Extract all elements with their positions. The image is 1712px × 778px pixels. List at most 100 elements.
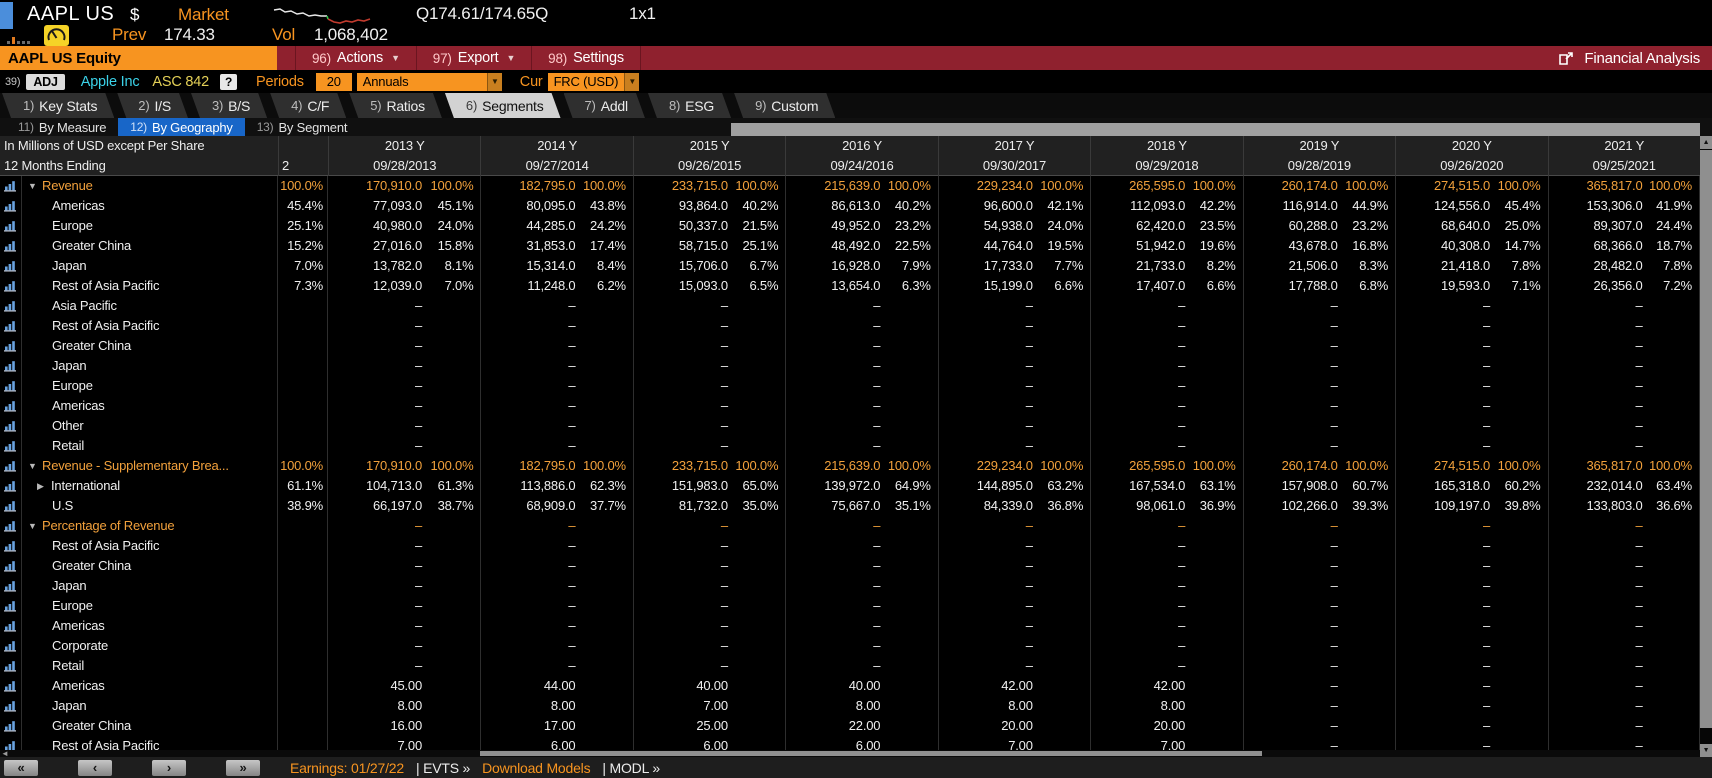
subtab-by-segment[interactable]: 13)By Segment xyxy=(245,118,360,136)
cell-pct xyxy=(728,656,785,676)
row-chart-icon[interactable] xyxy=(0,196,22,216)
value-cell: – xyxy=(480,556,632,576)
period-type-dropdown[interactable]: Annuals ▼ xyxy=(357,73,502,91)
row-chart-icon[interactable] xyxy=(0,616,22,636)
screen-title[interactable]: Financial Analysis xyxy=(1559,46,1712,70)
earnings-link[interactable]: Earnings: 01/27/22 xyxy=(290,760,404,776)
row-chart-icon[interactable] xyxy=(0,436,22,456)
nav-first-button[interactable]: « xyxy=(4,760,38,776)
row-chart-icon[interactable] xyxy=(0,216,22,236)
tab-addl[interactable]: 7)Addl xyxy=(564,93,645,118)
menu-item-label: Export xyxy=(458,50,499,66)
row-chart-icon[interactable] xyxy=(0,636,22,656)
tab-c-f[interactable]: 4)C/F xyxy=(270,93,346,118)
cell-pct xyxy=(422,416,480,436)
subtab-by-geography[interactable]: 12)By Geography xyxy=(118,118,244,136)
evts-link[interactable]: | EVTS » xyxy=(416,760,470,776)
tab-esg[interactable]: 8)ESG xyxy=(648,93,731,118)
cell-pct xyxy=(1643,436,1699,456)
table-row: Japan7.0%13,782.08.1%15,314.08.4%15,706.… xyxy=(0,256,1700,276)
value-cell: – xyxy=(1548,616,1700,636)
cell-value: – xyxy=(1244,616,1338,636)
row-chart-icon[interactable] xyxy=(0,296,22,316)
value-cell: – xyxy=(480,596,632,616)
tab-key-stats[interactable]: 1)Key Stats xyxy=(2,93,114,118)
table-row: Japan8.008.007.008.008.008.00––– xyxy=(0,696,1700,716)
row-chart-icon[interactable] xyxy=(0,656,22,676)
value-cell: 75,667.035.1% xyxy=(785,496,937,516)
table-row: Greater China––––––––– xyxy=(0,556,1700,576)
cell-value: 274,515.0 xyxy=(1396,176,1490,196)
value-cell: 151,983.065.0% xyxy=(633,476,785,496)
scroll-down-icon[interactable]: ▼ xyxy=(1700,744,1712,757)
download-models-link[interactable]: Download Models xyxy=(482,760,590,776)
row-chart-icon[interactable] xyxy=(0,356,22,376)
modl-link[interactable]: | MODL » xyxy=(602,760,660,776)
tab-i-s[interactable]: 2)I/S xyxy=(117,93,188,118)
row-chart-icon[interactable] xyxy=(0,396,22,416)
scroll-left-icon[interactable]: ◄ xyxy=(1,750,9,757)
security-header: AAPL US $ Market Q174.61/174.65Q 1x1 Pre… xyxy=(0,0,1712,46)
row-label[interactable]: ▼Revenue - Supplementary Brea... xyxy=(22,456,278,476)
row-chart-icon[interactable] xyxy=(0,536,22,556)
row-chart-icon[interactable] xyxy=(0,276,22,296)
cell-pct xyxy=(1033,576,1090,596)
tab-segments[interactable]: 6)Segments xyxy=(445,93,561,118)
nav-next-button[interactable]: › xyxy=(152,760,186,776)
nav-last-button[interactable]: » xyxy=(226,760,260,776)
value-cell: – xyxy=(633,416,785,436)
row-chart-icon[interactable] xyxy=(0,576,22,596)
row-chart-icon[interactable] xyxy=(0,256,22,276)
cell-value: 75,667.0 xyxy=(786,496,880,516)
row-chart-icon[interactable] xyxy=(0,556,22,576)
row-chart-icon[interactable] xyxy=(0,376,22,396)
vertical-scrollbar-thumb[interactable] xyxy=(1700,150,1712,728)
row-chart-icon[interactable] xyxy=(0,476,22,496)
date-header-row: 09/28/201309/27/201409/26/201509/24/2016… xyxy=(328,156,1700,176)
cell-pct xyxy=(1338,636,1395,656)
subtab-by-measure[interactable]: 11)By Measure xyxy=(6,118,118,136)
menu-item-export[interactable]: 97)Export▼ xyxy=(417,46,532,70)
security-tab[interactable]: AAPL US Equity xyxy=(0,46,277,70)
row-chart-icon[interactable] xyxy=(0,596,22,616)
adj-button[interactable]: ADJ xyxy=(26,74,64,90)
row-label[interactable]: ▼Revenue xyxy=(22,176,278,196)
row-chart-icon[interactable] xyxy=(0,176,22,196)
row-label[interactable]: ▼Percentage of Revenue xyxy=(22,516,278,536)
menu-item-settings[interactable]: 98)Settings xyxy=(532,46,641,70)
row-chart-icon[interactable] xyxy=(0,736,22,750)
row-label-text: International xyxy=(51,476,120,496)
row-chart-icon[interactable] xyxy=(0,496,22,516)
horizontal-scrollbar-thumb[interactable] xyxy=(480,751,1262,756)
top-horizontal-scrollbar-thumb[interactable] xyxy=(731,123,1700,136)
tab-ratios[interactable]: 5)Ratios xyxy=(349,93,442,118)
snapshot-pct-cell xyxy=(278,716,328,736)
scroll-up-icon[interactable]: ▲ xyxy=(1700,136,1712,149)
help-button[interactable]: ? xyxy=(220,74,237,90)
row-chart-icon[interactable] xyxy=(0,716,22,736)
tab-custom[interactable]: 9)Custom xyxy=(734,93,835,118)
value-cell: – xyxy=(1243,396,1395,416)
currency-dropdown[interactable]: FRC (USD) ▼ xyxy=(548,73,640,91)
tab-b-s[interactable]: 3)B/S xyxy=(191,93,267,118)
row-label-text: Europe xyxy=(52,596,93,616)
periods-input[interactable]: 20 xyxy=(316,73,352,91)
row-chart-icon[interactable] xyxy=(0,696,22,716)
value-cell: 144,895.063.2% xyxy=(938,476,1090,496)
cell-value: 6.00 xyxy=(634,736,728,750)
row-chart-icon[interactable] xyxy=(0,676,22,696)
nav-prev-button[interactable]: ‹ xyxy=(78,760,112,776)
row-chart-icon[interactable] xyxy=(0,416,22,436)
cell-value: – xyxy=(1396,616,1490,636)
year-header: 2015 Y xyxy=(633,136,785,156)
cell-pct: 60.2% xyxy=(1490,476,1547,496)
row-chart-icon[interactable] xyxy=(0,456,22,476)
row-chart-icon[interactable] xyxy=(0,336,22,356)
menu-item-actions[interactable]: 96)Actions▼ xyxy=(295,46,417,70)
cell-value: 21,418.0 xyxy=(1396,256,1490,276)
row-chart-icon[interactable] xyxy=(0,316,22,336)
row-chart-icon[interactable] xyxy=(0,236,22,256)
cell-value: 13,782.0 xyxy=(328,256,422,276)
row-chart-icon[interactable] xyxy=(0,516,22,536)
row-label[interactable]: ▶International xyxy=(22,476,278,496)
